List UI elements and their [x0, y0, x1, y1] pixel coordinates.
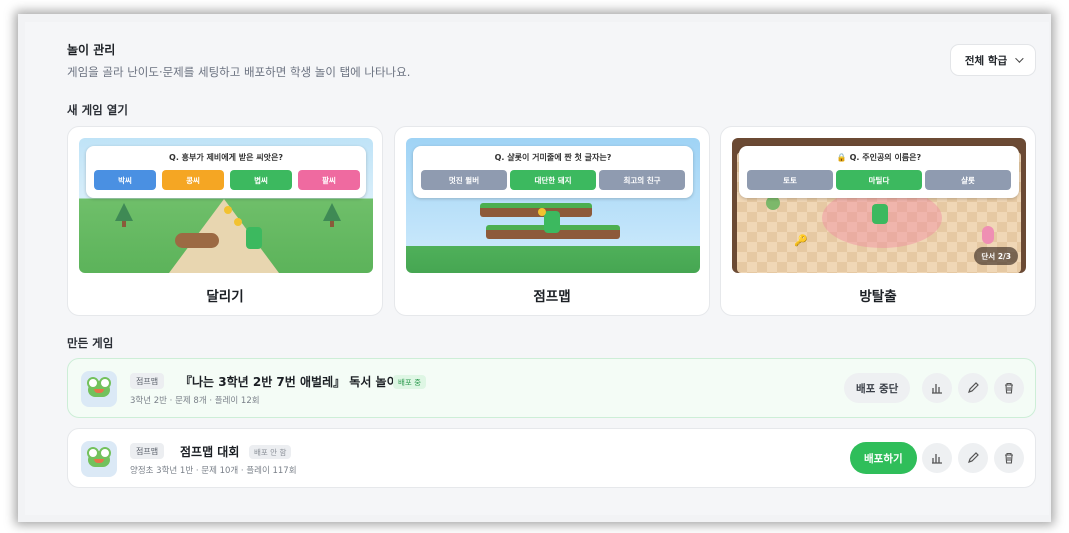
coin-icon — [224, 206, 232, 214]
trash-icon — [1005, 452, 1013, 464]
jumpmap-preview: Q. 샬롯이 거미줄에 짠 첫 글자는? 멋진 윌버 대단한 돼지 최고의 친구 — [406, 138, 700, 273]
bar-chart-icon — [932, 454, 942, 464]
frog-icon — [87, 447, 111, 467]
page-subtitle: 게임을 골라 난이도·문제를 세팅하고 배포하면 학생 놀이 탭에 나타나요. — [67, 65, 411, 79]
escape-room-preview: 🔑 단서 2/3 🔒 Q. 주인공의 이름은? 토토 마틸다 샬롯 — [732, 138, 1026, 273]
game-name: 점프맵 — [533, 289, 571, 305]
coin-icon — [538, 208, 546, 216]
npc-icon — [982, 226, 994, 244]
game-title: 『나는 3학년 2반 7번 애벌레』 독서 놀이 — [180, 375, 398, 389]
page-title: 놀이 관리 — [67, 43, 116, 57]
answer-option: 토토 — [747, 170, 833, 190]
frog-icon — [87, 377, 111, 397]
answer-option: 볍씨 — [230, 170, 292, 190]
answer-option: 샬롯 — [925, 170, 1011, 190]
game-type-tag: 점프맵 — [130, 443, 165, 459]
game-title: 점프맵 대회 — [180, 445, 240, 459]
answer-option: 최고의 친구 — [599, 170, 685, 190]
edit-button[interactable] — [958, 373, 988, 403]
status-badge: 배포 안 함 — [249, 445, 292, 459]
jumper-character — [544, 211, 560, 233]
log-obstacle — [175, 233, 219, 248]
class-filter-label: 전체 학급 — [964, 54, 1008, 67]
jump-platform — [480, 203, 592, 217]
tree-trunk — [122, 221, 126, 227]
stats-button[interactable] — [922, 373, 952, 403]
answer-option: 박씨 — [94, 170, 156, 190]
game-meta: 3학년 2반 · 문제 8개 · 플레이 12회 — [130, 396, 260, 406]
answer-option: 멋진 윌버 — [421, 170, 507, 190]
made-game-row[interactable]: 점프맵 『나는 3학년 2반 7번 애벌레』 독서 놀이 배포 중 3학년 2반… — [67, 358, 1036, 418]
key-icon: 🔑 — [794, 234, 808, 247]
stats-button[interactable] — [922, 443, 952, 473]
game-avatar — [81, 441, 117, 477]
deploy-button[interactable]: 배포하기 — [850, 442, 917, 474]
delete-button[interactable] — [994, 373, 1024, 403]
chevron-down-icon — [1015, 54, 1024, 63]
pencil-icon — [968, 382, 979, 393]
plant-icon — [766, 196, 780, 210]
answer-option: 콩씨 — [162, 170, 224, 190]
game-name: 달리기 — [206, 289, 244, 305]
answer-option: 마틸다 — [836, 170, 922, 190]
game-meta: 양정초 3학년 1반 · 문제 10개 · 플레이 117회 — [130, 466, 297, 476]
lock-icon: 🔒 — [836, 153, 847, 162]
coin-icon — [234, 218, 242, 226]
game-card-running[interactable]: Q. 흥부가 제비에게 받은 씨앗은? 박씨 콩씨 볍씨 팥씨 달리기 — [67, 126, 383, 316]
delete-button[interactable] — [994, 443, 1024, 473]
game-type-tag: 점프맵 — [130, 373, 165, 389]
tree-icon — [115, 203, 133, 221]
game-avatar — [81, 371, 117, 407]
new-games-heading: 새 게임 열기 — [67, 103, 128, 117]
stop-deploy-button[interactable]: 배포 중단 — [844, 373, 911, 403]
game-card-jumpmap[interactable]: Q. 샬롯이 거미줄에 짠 첫 글자는? 멋진 윌버 대단한 돼지 최고의 친구… — [394, 126, 710, 316]
made-games-heading: 만든 게임 — [67, 336, 114, 350]
play-management-panel: 놀이 관리 게임을 골라 난이도·문제를 세팅하고 배포하면 학생 놀이 탭에 … — [25, 22, 1049, 515]
runner-character — [246, 227, 262, 249]
edit-button[interactable] — [958, 443, 988, 473]
game-card-escape-room[interactable]: 🔑 단서 2/3 🔒 Q. 주인공의 이름은? 토토 마틸다 샬롯 방탈출 — [720, 126, 1036, 316]
tree-icon — [323, 203, 341, 221]
question-label: Q. 주인공의 이름은? — [849, 153, 922, 162]
tree-trunk — [330, 221, 334, 227]
bar-chart-icon — [932, 384, 942, 394]
question-box: Q. 샬롯이 거미줄에 짠 첫 글자는? 멋진 윌버 대단한 돼지 최고의 친구 — [413, 146, 693, 198]
question-text: Q. 샬롯이 거미줄에 짠 첫 글자는? — [494, 153, 612, 162]
running-preview: Q. 흥부가 제비에게 받은 씨앗은? 박씨 콩씨 볍씨 팥씨 — [79, 138, 373, 273]
answer-option: 대단한 돼지 — [510, 170, 596, 190]
question-box: 🔒 Q. 주인공의 이름은? 토토 마틸다 샬롯 — [739, 146, 1019, 198]
made-game-row[interactable]: 점프맵 점프맵 대회 배포 안 함 양정초 3학년 1반 · 문제 10개 · … — [67, 428, 1036, 488]
game-name: 방탈출 — [859, 289, 897, 305]
clue-counter: 단서 2/3 — [974, 247, 1018, 265]
answer-option: 팥씨 — [298, 170, 360, 190]
question-box: Q. 흥부가 제비에게 받은 씨앗은? 박씨 콩씨 볍씨 팥씨 — [86, 146, 366, 198]
player-character — [872, 204, 888, 224]
status-badge: 배포 중 — [393, 375, 427, 389]
pencil-icon — [968, 452, 979, 463]
question-text: 🔒 Q. 주인공의 이름은? — [739, 152, 1019, 163]
question-text: Q. 흥부가 제비에게 받은 씨앗은? — [169, 153, 283, 162]
class-filter-dropdown[interactable]: 전체 학급 — [950, 44, 1036, 76]
trash-icon — [1005, 382, 1013, 394]
